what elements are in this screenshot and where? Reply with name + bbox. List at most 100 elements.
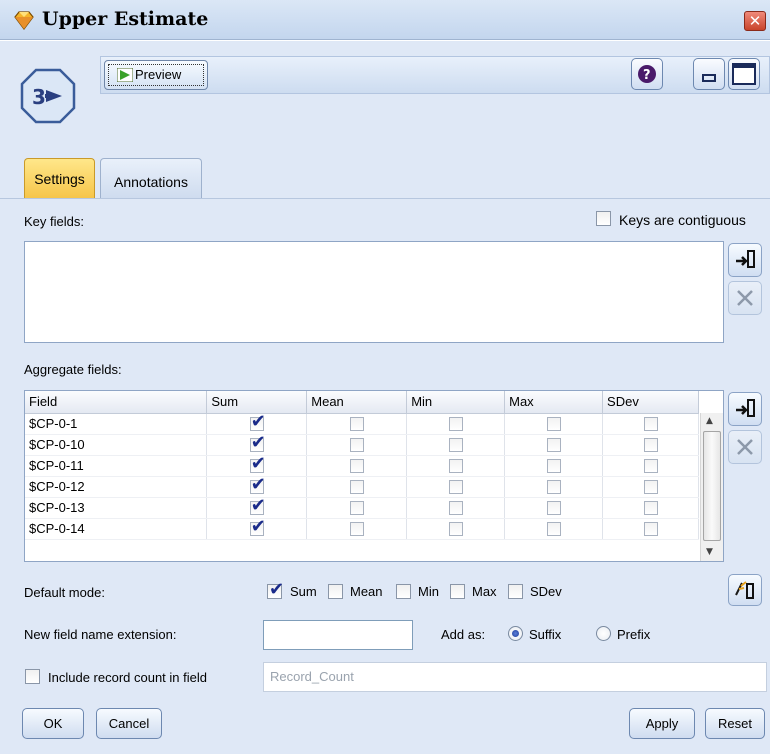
- prefix-radio[interactable]: [596, 626, 611, 641]
- extension-input[interactable]: [263, 620, 413, 650]
- check-icon: ✔: [250, 495, 266, 517]
- min-cell: [406, 413, 506, 435]
- preview-button[interactable]: Preview: [104, 60, 208, 90]
- sum-cell: ✔: [206, 413, 308, 435]
- check-icon: ✔: [250, 474, 266, 496]
- pick-field-icon: [736, 399, 755, 417]
- apply-button[interactable]: Apply: [629, 708, 695, 739]
- sdev-checkbox[interactable]: [643, 522, 658, 537]
- table-row[interactable]: $CP-0-14 ✔: [25, 518, 699, 540]
- default-sum-checkbox[interactable]: ✔: [267, 581, 284, 599]
- max-checkbox[interactable]: [546, 501, 561, 516]
- column-header-sum[interactable]: Sum: [206, 391, 308, 414]
- table-row[interactable]: $CP-0-11 ✔: [25, 455, 699, 477]
- remove-aggregate-field-button[interactable]: [728, 430, 762, 464]
- sdev-checkbox[interactable]: [643, 501, 658, 516]
- column-header-mean[interactable]: Mean: [306, 391, 408, 414]
- record-count-checkbox[interactable]: [25, 669, 40, 684]
- svg-text:?: ?: [643, 68, 651, 83]
- sum-checkbox[interactable]: ✔: [249, 518, 266, 537]
- pick-field-icon: [736, 250, 755, 268]
- reset-button[interactable]: Reset: [705, 708, 765, 739]
- sdev-checkbox[interactable]: [643, 459, 658, 474]
- min-checkbox[interactable]: [448, 480, 463, 495]
- sdev-cell: [602, 476, 699, 498]
- check-icon: ✔: [250, 516, 266, 538]
- keys-contiguous-checkbox[interactable]: [596, 211, 611, 226]
- field-name-cell: $CP-0-11: [25, 455, 208, 477]
- max-checkbox[interactable]: [546, 438, 561, 453]
- scroll-up-arrow-icon[interactable]: ▲: [706, 416, 713, 426]
- table-row[interactable]: $CP-0-12 ✔: [25, 476, 699, 498]
- sum-checkbox[interactable]: ✔: [249, 497, 266, 516]
- max-checkbox[interactable]: [546, 459, 561, 474]
- table-row[interactable]: $CP-0-1 ✔: [25, 413, 699, 435]
- suffix-radio[interactable]: [508, 626, 523, 641]
- extension-label: New field name extension:: [24, 627, 177, 642]
- sum-checkbox[interactable]: ✔: [249, 434, 266, 453]
- sdev-cell: [602, 518, 699, 540]
- min-checkbox[interactable]: [448, 417, 463, 432]
- sdev-checkbox[interactable]: [643, 417, 658, 432]
- apply-default-button[interactable]: [728, 574, 762, 606]
- default-mean-checkbox[interactable]: [328, 584, 343, 599]
- tab-annotations[interactable]: Annotations: [100, 158, 202, 198]
- min-checkbox[interactable]: [448, 459, 463, 474]
- max-checkbox[interactable]: [546, 480, 561, 495]
- min-cell: [406, 434, 506, 456]
- max-checkbox[interactable]: [546, 522, 561, 537]
- ok-button[interactable]: OK: [22, 708, 84, 739]
- mean-checkbox[interactable]: [349, 417, 364, 432]
- column-header-field[interactable]: Field: [25, 391, 208, 414]
- record-count-field[interactable]: Record_Count: [263, 662, 767, 692]
- field-name-cell: $CP-0-14: [25, 518, 208, 540]
- min-checkbox[interactable]: [448, 501, 463, 516]
- sdev-checkbox[interactable]: [643, 480, 658, 495]
- minimize-button[interactable]: [693, 58, 725, 90]
- cancel-button[interactable]: Cancel: [96, 708, 162, 739]
- tab-settings[interactable]: Settings: [24, 158, 95, 198]
- table-row[interactable]: $CP-0-10 ✔: [25, 434, 699, 456]
- min-checkbox[interactable]: [448, 438, 463, 453]
- max-checkbox[interactable]: [546, 417, 561, 432]
- mean-checkbox[interactable]: [349, 522, 364, 537]
- sdev-cell: [602, 434, 699, 456]
- title-bar: Upper Estimate ✕: [0, 0, 770, 40]
- mean-checkbox[interactable]: [349, 501, 364, 516]
- table-scrollbar[interactable]: ▲ ▼: [700, 413, 723, 561]
- sum-cell: ✔: [206, 497, 308, 519]
- scroll-thumb[interactable]: [703, 431, 721, 541]
- close-button[interactable]: ✕: [744, 11, 766, 31]
- mean-checkbox[interactable]: [349, 438, 364, 453]
- add-as-label: Add as:: [441, 627, 486, 642]
- table-row[interactable]: $CP-0-13 ✔: [25, 497, 699, 519]
- keys-contiguous-label: Keys are contiguous: [619, 212, 746, 228]
- sum-cell: ✔: [206, 455, 308, 477]
- default-max-checkbox[interactable]: [450, 584, 465, 599]
- ok-label: OK: [43, 716, 63, 731]
- help-button[interactable]: ?: [631, 58, 663, 90]
- mean-checkbox[interactable]: [349, 459, 364, 474]
- remove-key-field-button[interactable]: [728, 281, 762, 315]
- sum-checkbox[interactable]: ✔: [249, 455, 266, 474]
- scroll-down-arrow-icon[interactable]: ▼: [706, 547, 713, 557]
- sum-checkbox[interactable]: ✔: [249, 413, 266, 432]
- pick-key-field-button[interactable]: [728, 243, 762, 277]
- column-header-min[interactable]: Min: [406, 391, 506, 414]
- min-checkbox[interactable]: [448, 522, 463, 537]
- field-name-cell: $CP-0-12: [25, 476, 208, 498]
- column-header-max[interactable]: Max: [504, 391, 604, 414]
- pick-aggregate-field-button[interactable]: [728, 392, 762, 426]
- mean-checkbox[interactable]: [349, 480, 364, 495]
- default-sdev-checkbox[interactable]: [508, 584, 523, 599]
- apply-default-icon: [735, 581, 754, 599]
- maximize-button[interactable]: [728, 58, 760, 90]
- sdev-checkbox[interactable]: [643, 438, 658, 453]
- default-min-checkbox[interactable]: [396, 584, 411, 599]
- sum-checkbox[interactable]: ✔: [249, 476, 266, 495]
- key-fields-list[interactable]: [24, 241, 724, 343]
- column-header-sdev[interactable]: SDev: [602, 391, 699, 414]
- dialog-window: Upper Estimate ✕ 3 Preview ? Settings An…: [0, 0, 770, 754]
- app-gem-icon: [14, 11, 34, 30]
- check-icon: ✔: [250, 432, 266, 454]
